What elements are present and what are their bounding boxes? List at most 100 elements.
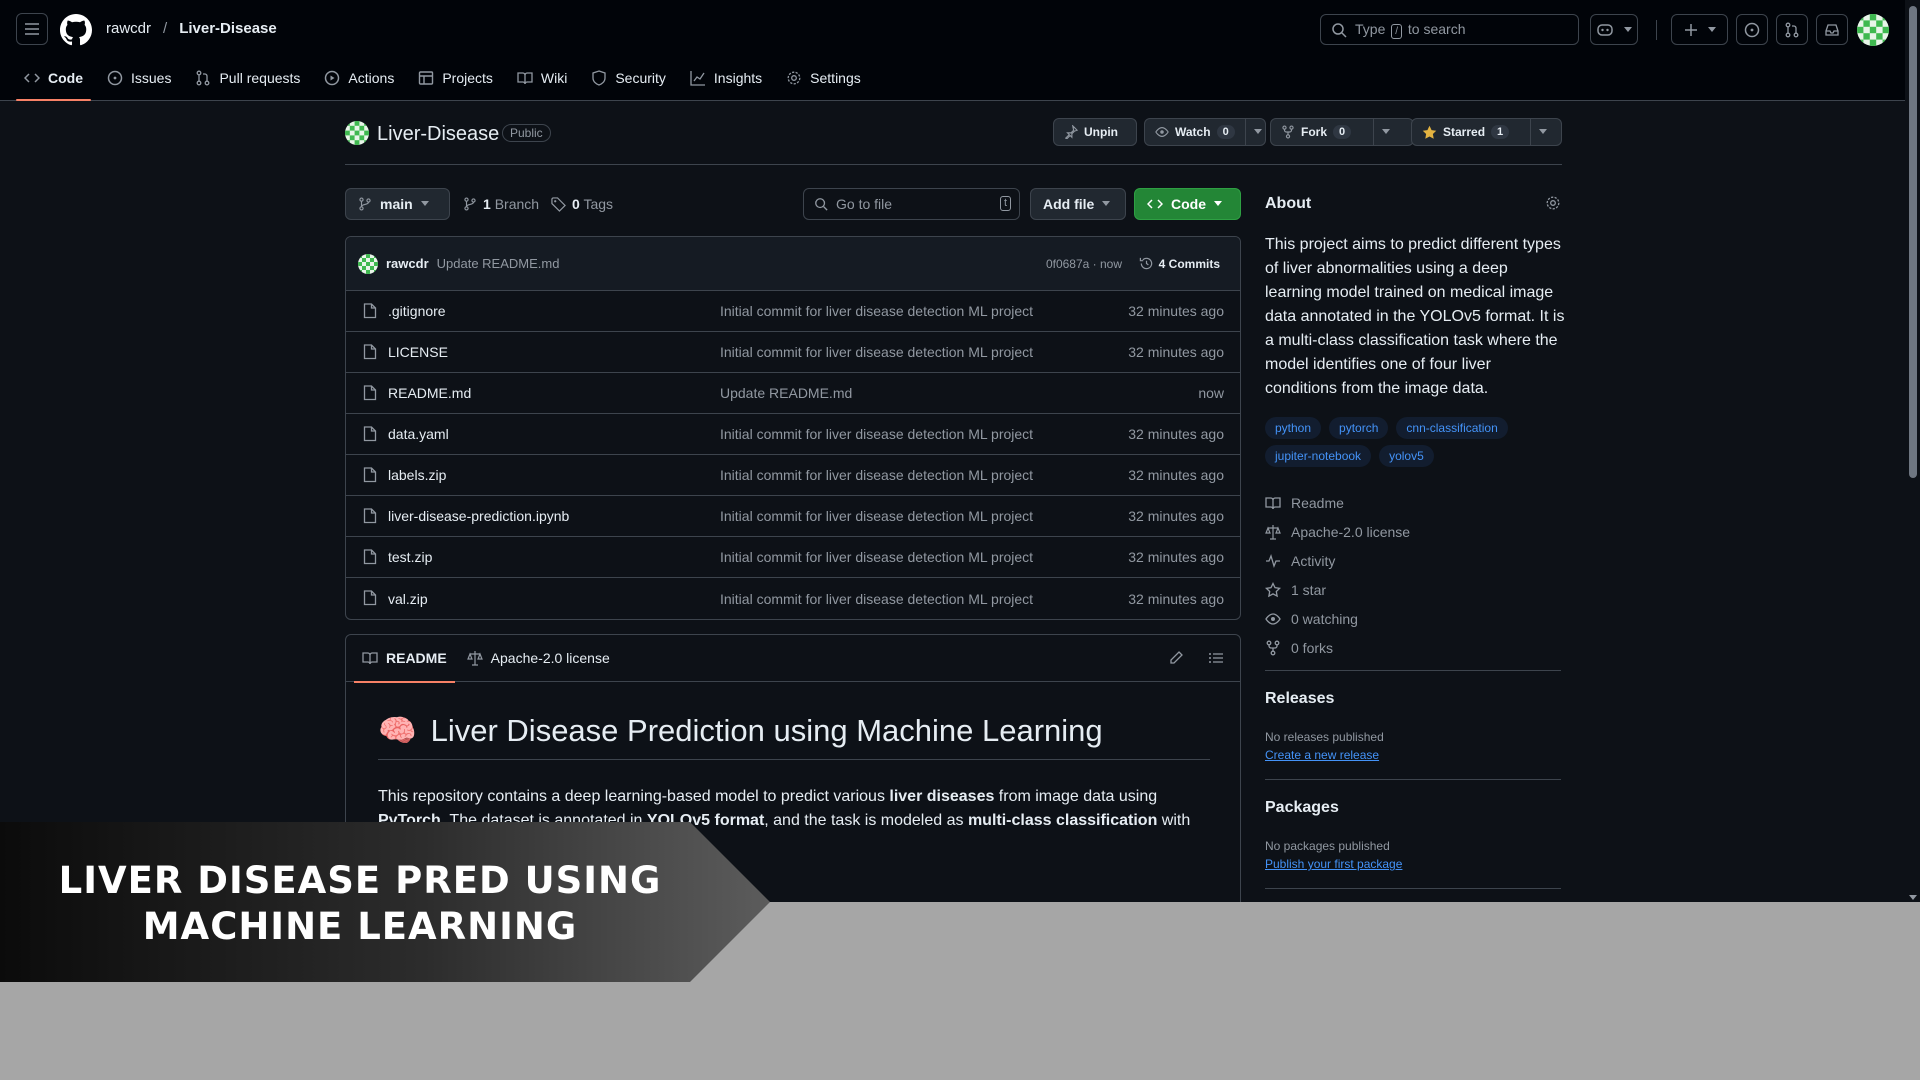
add-file-label: Add file [1043,196,1095,212]
file-name-link[interactable]: test.zip [388,549,432,565]
stars-link[interactable]: 1 star [1265,575,1410,604]
tab-code[interactable]: Code [16,62,91,101]
file-commit-time: now [1198,385,1224,401]
tab-license[interactable]: Apache-2.0 license [459,635,618,682]
star-dropdown[interactable] [1530,119,1555,145]
readme-bold: multi-class classification [967,812,1158,829]
breadcrumb-repo[interactable]: Liver-Disease [179,20,277,37]
file-icon [363,426,377,442]
table-row[interactable]: val.zip Initial commit for liver disease … [346,578,1240,619]
file-name-link[interactable]: liver-disease-prediction.ipynb [388,508,569,524]
pencil-icon[interactable] [1168,650,1184,666]
menu-button[interactable] [16,13,48,45]
unpin-button[interactable]: Unpin [1053,118,1137,146]
file-name-link[interactable]: data.yaml [388,426,449,442]
user-avatar[interactable] [1857,14,1889,46]
breadcrumb-owner[interactable]: rawcdr [106,20,151,37]
table-row[interactable]: data.yaml Initial commit for liver diseas… [346,414,1240,455]
tags-link[interactable]: 0 Tags [551,196,613,212]
github-logo-icon[interactable] [60,14,92,46]
file-commit-message[interactable]: Initial commit for liver disease detecti… [720,508,1033,524]
file-commit-message[interactable]: Initial commit for liver disease detecti… [720,344,1033,360]
file-name-link[interactable]: README.md [388,385,471,401]
branch-select-button[interactable]: main [345,188,450,220]
readme-link[interactable]: Readme [1265,488,1410,517]
watch-dropdown[interactable] [1244,119,1270,145]
file-name-link[interactable]: LICENSE [388,344,448,360]
create-release-link[interactable]: Create a new release [1265,748,1379,762]
list-unordered-icon[interactable] [1208,650,1224,666]
table-row[interactable]: liver-disease-prediction.ipynb Initial co… [346,496,1240,537]
issues-button[interactable] [1736,14,1768,45]
file-commit-message[interactable]: Initial commit for liver disease detecti… [720,591,1033,607]
commit-message[interactable]: Update README.md [437,256,560,271]
table-row[interactable]: .gitignore Initial commit for liver disea… [346,291,1240,332]
file-commit-message[interactable]: Initial commit for liver disease detecti… [720,303,1033,319]
activity-link[interactable]: Activity [1265,546,1410,575]
publish-package-link[interactable]: Publish your first package [1265,857,1402,871]
fork-dropdown[interactable] [1373,119,1398,145]
tab-wiki[interactable]: Wiki [509,62,575,94]
scroll-down-arrow-icon[interactable] [1909,895,1917,900]
law-icon [1265,524,1281,540]
inbox-button[interactable] [1816,14,1848,45]
table-row[interactable]: LICENSE Initial commit for liver disease … [346,332,1240,373]
tab-pull-requests[interactable]: Pull requests [187,62,308,94]
pull-requests-button[interactable] [1776,14,1808,45]
commit-author[interactable]: rawcdr [386,256,429,271]
topic-tag[interactable]: cnn-classification [1396,417,1508,439]
tab-security[interactable]: Security [583,62,674,94]
repo-header: Liver-Disease Public Unpin Watch 0 Fork … [345,118,1562,165]
tab-insights[interactable]: Insights [682,62,770,94]
tab-issues[interactable]: Issues [99,62,179,94]
packages-heading[interactable]: Packages [1265,799,1339,817]
tab-label: Code [48,70,83,86]
table-row[interactable]: README.md Update README.md now [346,373,1240,414]
topic-tag[interactable]: python [1265,417,1322,439]
topic-tag[interactable]: pytorch [1329,417,1389,439]
repo-title[interactable]: Liver-Disease [377,123,499,146]
forks-link[interactable]: 0 forks [1265,633,1410,662]
fork-button[interactable]: Fork 0 [1270,118,1414,146]
starred-button[interactable]: Starred 1 [1411,118,1562,146]
watch-button[interactable]: Watch 0 [1144,118,1266,146]
file-name-link[interactable]: val.zip [388,591,428,607]
tab-settings[interactable]: Settings [778,62,869,94]
commit-sha-time[interactable]: 0f0687a · now [1046,257,1122,271]
create-new-button[interactable] [1671,14,1728,45]
go-to-file-input[interactable]: Go to file t [803,188,1020,220]
search-input[interactable]: Type / to search [1320,14,1579,45]
tab-readme[interactable]: README [354,635,455,683]
title-banner-text: LIVER DISEASE PRED USING MACHINE LEARNIN… [0,858,720,950]
file-commit-message[interactable]: Update README.md [720,385,852,401]
file-icon [363,549,377,565]
tab-label: Projects [442,70,493,86]
tab-actions[interactable]: Actions [316,62,402,94]
topic-tag[interactable]: jupiter-notebook [1265,445,1372,467]
branches-link[interactable]: 1 Branch [463,196,539,212]
tab-projects[interactable]: Projects [410,62,501,94]
file-name-link[interactable]: labels.zip [388,467,446,483]
scrollbar-thumb[interactable] [1909,6,1917,478]
file-commit-message[interactable]: Initial commit for liver disease detecti… [720,549,1033,565]
watching-link[interactable]: 0 watching [1265,604,1410,633]
commits-link[interactable]: 4 Commits [1139,256,1220,271]
file-commit-message[interactable]: Initial commit for liver disease detecti… [720,426,1033,442]
add-file-button[interactable]: Add file [1030,188,1126,220]
code-dropdown-button[interactable]: Code [1134,188,1241,220]
releases-heading[interactable]: Releases [1265,690,1334,708]
issue-opened-icon [107,70,123,86]
gear-icon[interactable] [1545,195,1561,211]
page-scrollbar[interactable] [1905,0,1920,902]
license-link[interactable]: Apache-2.0 license [1265,517,1410,546]
tab-license-label: Apache-2.0 license [490,650,610,666]
file-commit-message[interactable]: Initial commit for liver disease detecti… [720,467,1033,483]
file-name-link[interactable]: .gitignore [388,303,446,319]
code-label: Code [1171,196,1206,212]
topic-tag[interactable]: yolov5 [1379,445,1434,467]
table-row[interactable]: test.zip Initial commit for liver disease… [346,537,1240,578]
copilot-button[interactable] [1590,14,1638,45]
table-row[interactable]: labels.zip Initial commit for liver disea… [346,455,1240,496]
commit-author-avatar[interactable] [358,253,378,274]
repo-owner-avatar[interactable] [345,121,369,145]
